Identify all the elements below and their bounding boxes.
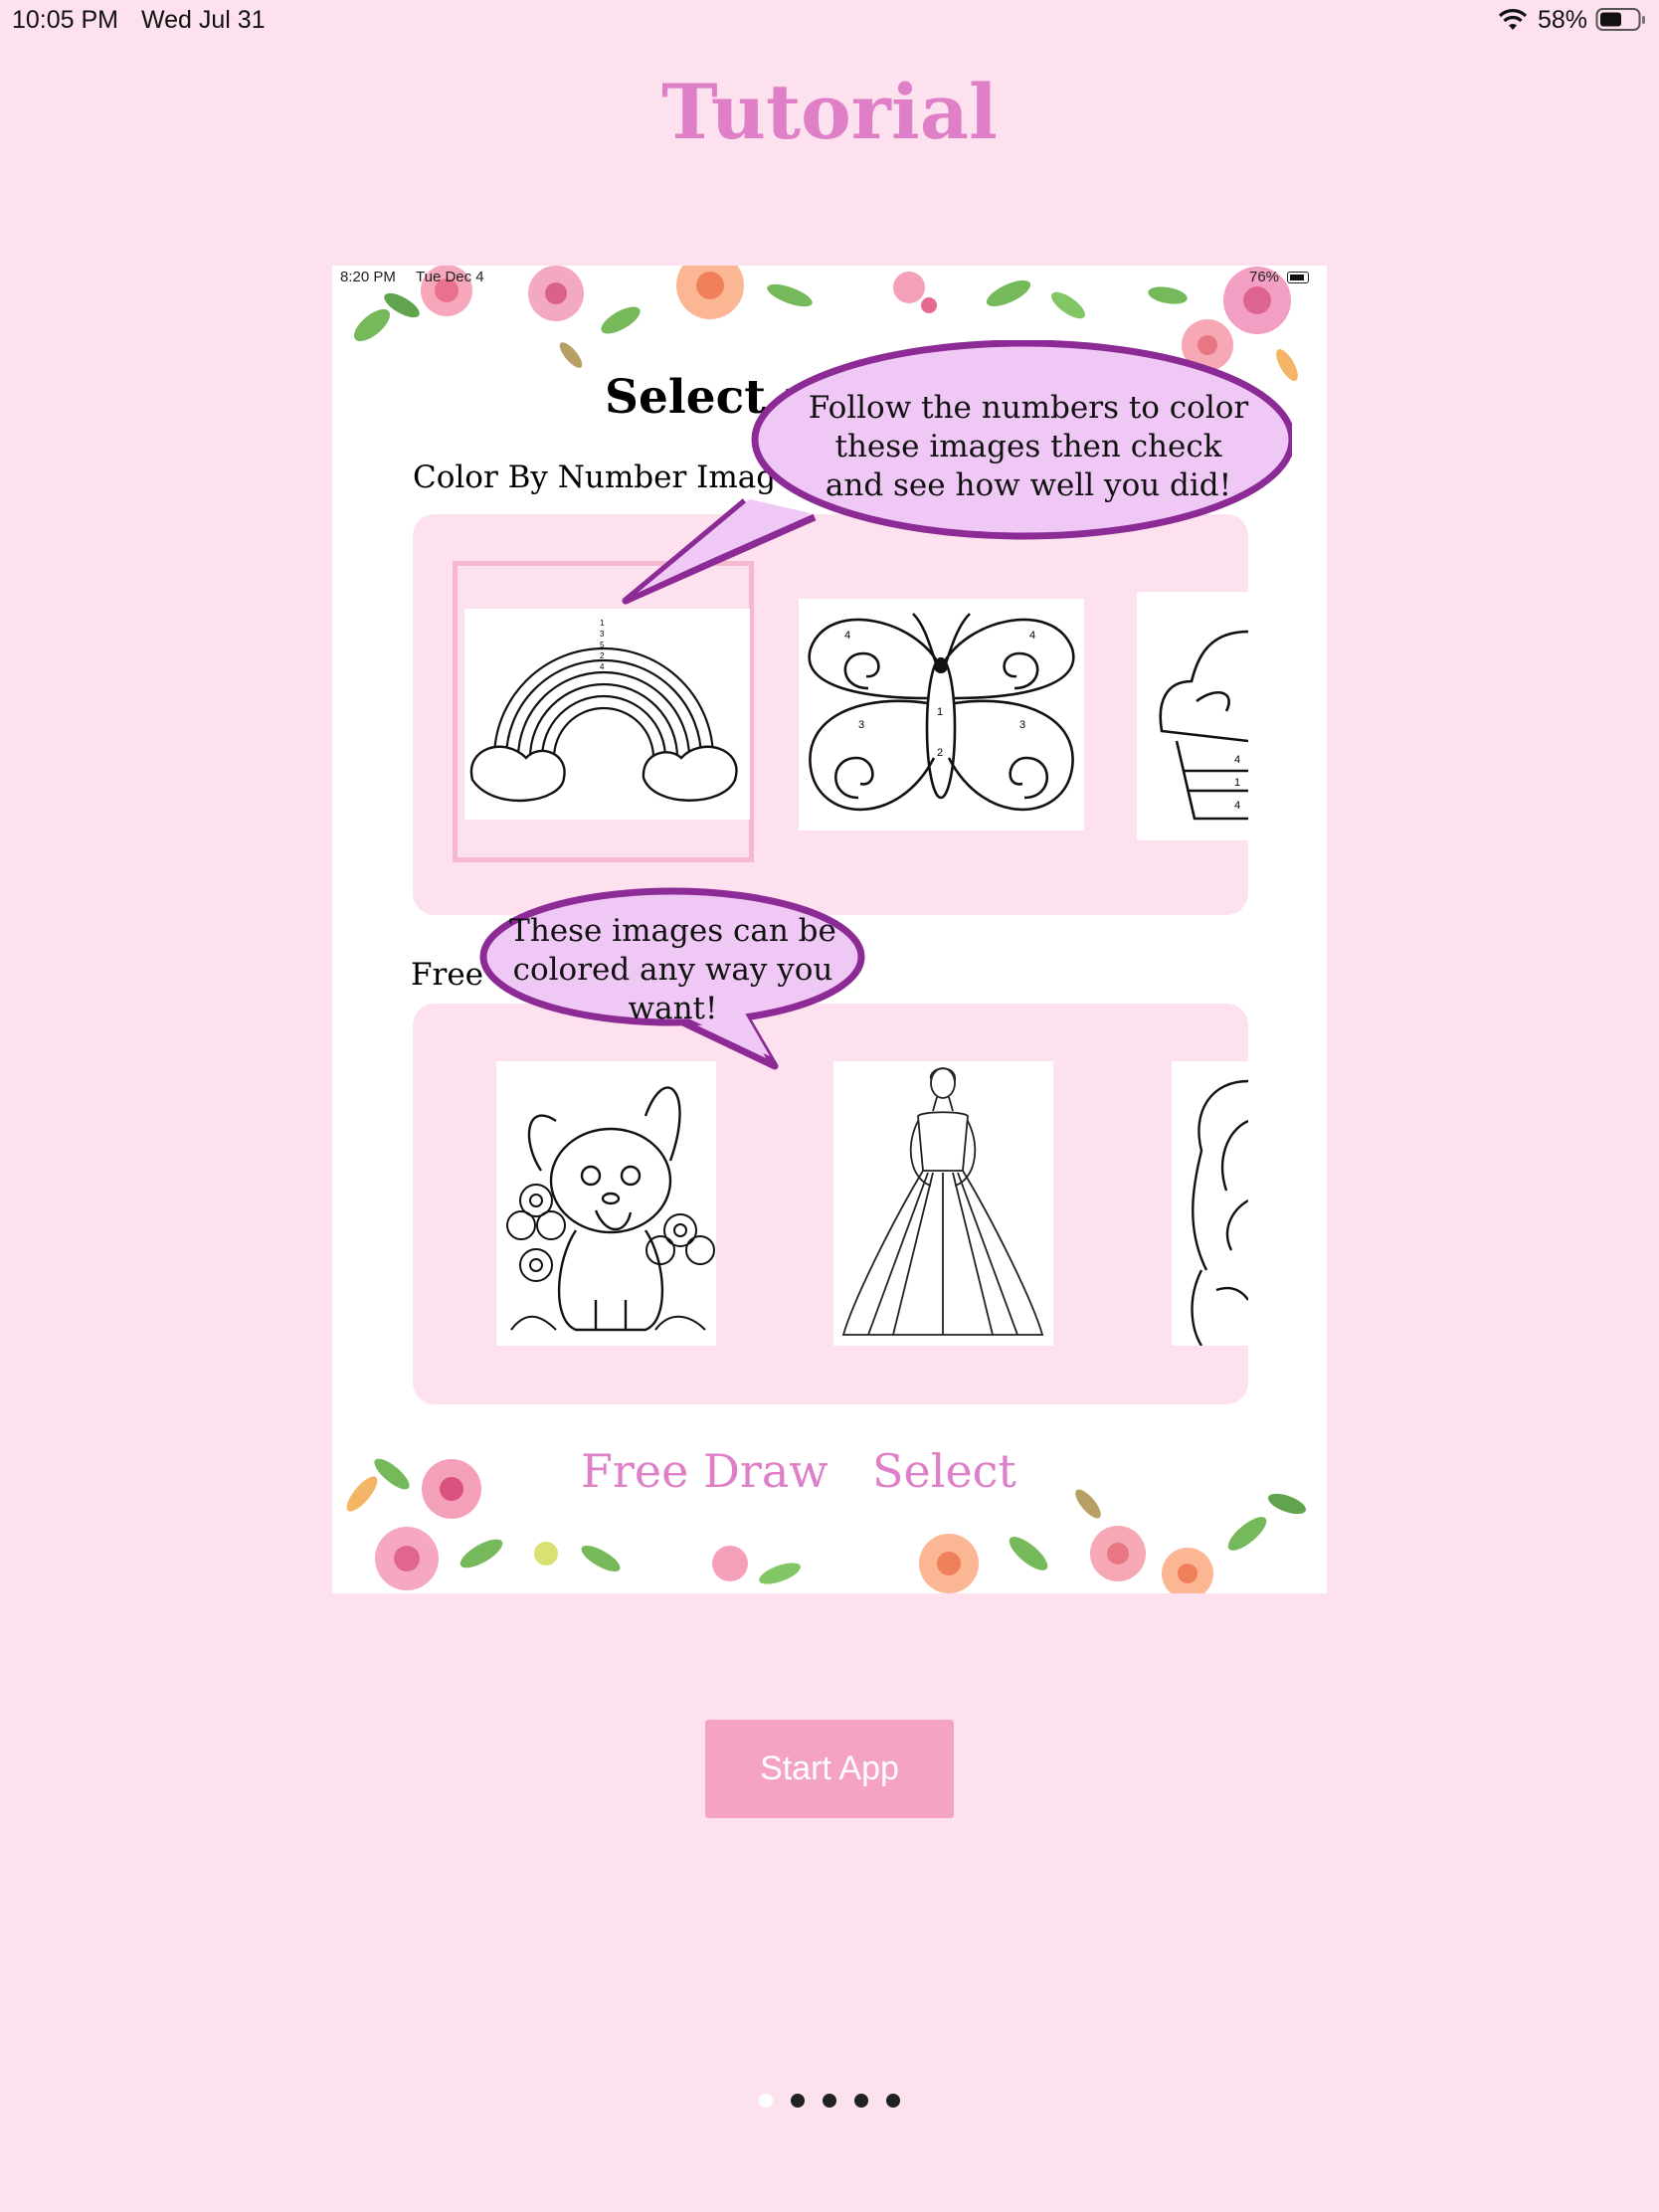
rainbow-image-card[interactable]: 1 3 5 2 4	[464, 609, 750, 820]
bubble-1-line: Follow the numbers to color	[808, 390, 1249, 426]
butterfly-image-card[interactable]: 4 4 1 3 3 2	[799, 599, 1084, 830]
battery-icon	[1595, 7, 1647, 38]
mini-battery-icon	[1287, 272, 1309, 283]
bubble-2-line: colored any way you want!	[512, 952, 833, 1026]
butterfly-number: 2	[937, 747, 943, 759]
page-dot-4[interactable]	[854, 2094, 868, 2108]
puppy-image-card[interactable]	[496, 1061, 716, 1346]
floral-border-bottom	[346, 1458, 1306, 1593]
princess-image	[841, 1067, 1044, 1336]
speech-bubble-2-text: These images can be colored any way you …	[501, 912, 844, 1028]
wifi-icon	[1498, 9, 1528, 36]
cupcake-image-card[interactable]: 4 1 4	[1137, 592, 1248, 840]
rainbow-number: 3	[600, 630, 605, 639]
page-title: Tutorial	[661, 68, 998, 156]
princess-image-card[interactable]	[833, 1061, 1053, 1346]
tutorial-screenshot: 8:20 PM Tue Dec 4 76% Select a Color By …	[332, 266, 1327, 1593]
status-time: 10:05 PM	[12, 6, 119, 34]
bubble-1-line: these images then check	[834, 429, 1222, 464]
speech-bubble-1-text: Follow the numbers to color these images…	[780, 389, 1277, 505]
butterfly-number: 4	[1029, 630, 1035, 642]
cupcake-number: 1	[1234, 777, 1240, 789]
free-draw-button[interactable]: Free Draw	[581, 1444, 829, 1498]
page-dot-3[interactable]	[823, 2094, 836, 2108]
butterfly-image: 4 4 1 3 3 2	[808, 613, 1075, 812]
butterfly-number: 1	[937, 706, 943, 718]
battery-percent: 58%	[1538, 6, 1588, 34]
butterfly-number: 4	[844, 630, 850, 642]
rainbow-number: 2	[600, 651, 605, 660]
page-dot-2[interactable]	[791, 2094, 805, 2108]
start-app-button[interactable]: Start App	[705, 1720, 954, 1818]
mini-status-time: 8:20 PM	[340, 269, 396, 285]
cupcake-number: 4	[1234, 800, 1240, 812]
butterfly-number: 3	[858, 719, 864, 731]
cupcake-number: 4	[1234, 754, 1240, 766]
girl-image-card[interactable]	[1172, 1061, 1248, 1346]
select-button[interactable]: Select	[872, 1444, 1016, 1498]
puppy-image	[506, 1086, 715, 1332]
mini-status-battery: 76%	[1249, 269, 1280, 285]
bubble-2-line: These images can be	[509, 913, 836, 949]
page-dot-5[interactable]	[886, 2094, 900, 2108]
rainbow-number: 4	[600, 662, 605, 671]
girl-image	[1191, 1079, 1248, 1346]
butterfly-number: 3	[1019, 719, 1025, 731]
mini-status-date: Tue Dec 4	[416, 269, 484, 285]
status-date: Wed Jul 31	[141, 6, 266, 34]
rainbow-number: 1	[600, 619, 605, 628]
rainbow-image: 1 3 5 2 4	[469, 619, 738, 803]
rainbow-number: 5	[600, 641, 605, 649]
page-dot-1[interactable]	[759, 2094, 773, 2108]
cupcake-image: 4 1 4	[1159, 630, 1248, 821]
bubble-1-line: and see how well you did!	[825, 467, 1232, 503]
